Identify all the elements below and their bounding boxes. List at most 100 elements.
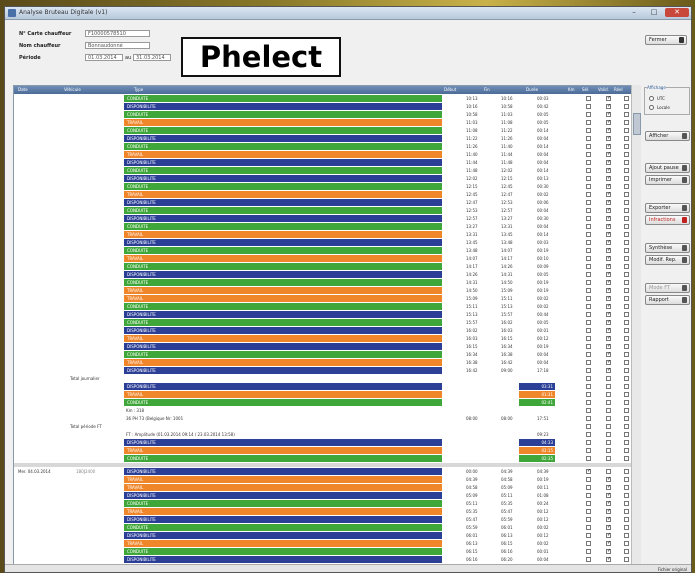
row-checkbox[interactable] [624,485,629,490]
table-row[interactable]: CONDUITE 12:53 12:57 00:04 [14,207,640,215]
row-checkbox[interactable] [624,344,629,349]
table-row[interactable]: DISPONIBILITE 15:13 15:57 00:44 [14,311,640,319]
table-row[interactable]: DISPONIBILITE 11:22 11:26 00:04 [14,135,640,143]
row-checkbox[interactable] [606,119,611,125]
table-row[interactable]: TRAVAIL 04:39 04:58 00:19 [14,476,640,484]
row-checkbox[interactable] [624,256,629,261]
row-checkbox[interactable] [586,224,591,229]
close-window-button[interactable]: ✕ [665,8,689,17]
activity-bar[interactable]: TRAVAIL [124,191,442,198]
table-row[interactable]: CONDUITE 06:15 06:16 00:01 [14,548,640,556]
row-checkbox[interactable] [624,144,629,149]
table-row[interactable]: CONDUITE 10:58 11:03 00:05 [14,111,640,119]
row-checkbox[interactable] [624,509,629,514]
row-checkbox[interactable] [624,176,629,181]
table-row[interactable]: DISPONIBILITE 11:44 11:48 00:04 [14,159,640,167]
activity-bar[interactable]: CONDUITE [124,95,442,102]
activity-bar[interactable]: DISPONIBILITE [124,271,442,278]
row-checkbox[interactable] [586,96,591,101]
table-row[interactable]: CONDUITE 15:11 15:13 00:02 [14,303,640,311]
activity-bar[interactable]: CONDUITE [124,399,442,406]
row-checkbox[interactable] [606,440,611,445]
row-checkbox[interactable] [624,216,629,221]
row-checkbox[interactable] [606,319,611,325]
activity-bar[interactable]: DISPONIBILITE [124,532,442,539]
row-checkbox[interactable] [606,408,611,413]
row-checkbox[interactable] [624,184,629,189]
row-checkbox[interactable] [606,111,611,117]
activity-bar[interactable]: DISPONIBILITE [124,516,442,523]
row-checkbox[interactable] [606,376,611,381]
row-checkbox[interactable] [586,541,591,546]
ajout-pause-button[interactable]: Ajout pause [645,163,690,173]
activity-bar[interactable]: CONDUITE [124,524,442,531]
row-checkbox[interactable] [586,344,591,349]
row-checkbox[interactable] [624,517,629,522]
row-checkbox[interactable] [606,351,611,357]
table-row[interactable]: TRAVAIL 01:31 [14,391,640,399]
row-checkbox[interactable] [606,448,611,453]
close-button[interactable]: Fermer [645,35,687,45]
row-checkbox[interactable] [624,168,629,173]
activity-bar[interactable]: CONDUITE [124,207,442,214]
table-row[interactable]: CONDUITE 02:35 [14,455,640,463]
table-row[interactable]: CONDUITE 16:34 16:38 00:04 [14,351,640,359]
row-checkbox[interactable] [624,280,629,285]
row-checkbox[interactable] [586,216,591,221]
row-checkbox[interactable] [624,549,629,554]
row-checkbox[interactable] [586,456,591,461]
table-row[interactable]: DISPONIBILITE 16:02 16:03 00:01 [14,327,640,335]
rapport-button[interactable]: Rapport [645,295,690,305]
table-row[interactable]: DISPONIBILITE 06:16 06:20 00:04 [14,556,640,564]
row-checkbox[interactable] [586,360,591,365]
activity-bar[interactable]: DISPONIBILITE [124,175,442,182]
table-row[interactable]: CONDUITE 10:13 10:16 00:03 [14,95,640,103]
activity-bar[interactable]: CONDUITE [124,548,442,555]
table-row[interactable]: DISPONIBILITE 04:33 [14,439,640,447]
row-checkbox[interactable] [586,200,591,205]
row-checkbox[interactable] [606,199,611,205]
activity-bar[interactable]: DISPONIBILITE [124,103,442,110]
row-checkbox[interactable] [606,548,611,554]
table-row[interactable]: CONDUITE 14:31 14:50 00:19 [14,279,640,287]
row-checkbox[interactable] [606,143,611,149]
activity-bar[interactable]: CONDUITE [124,183,442,190]
row-checkbox[interactable] [606,516,611,522]
table-row[interactable]: Km : 318 [14,407,640,415]
row-checkbox[interactable] [606,263,611,269]
table-row[interactable]: TRAVAIL 04:58 05:09 00:11 [14,484,640,492]
activity-bar[interactable]: TRAVAIL [124,391,442,398]
activity-bar[interactable]: TRAVAIL [124,447,442,454]
row-checkbox[interactable] [606,239,611,245]
row-checkbox[interactable] [606,456,611,461]
row-checkbox[interactable] [606,532,611,538]
row-checkbox[interactable] [624,232,629,237]
row-checkbox[interactable] [586,184,591,189]
table-row[interactable]: Total période FT [14,423,640,431]
activity-bar[interactable]: CONDUITE [124,111,442,118]
activity-bar[interactable]: TRAVAIL [124,476,442,483]
row-checkbox[interactable] [624,320,629,325]
activity-bar[interactable]: DISPONIBILITE [124,327,442,334]
row-checkbox[interactable] [606,424,611,429]
activity-bar[interactable]: CONDUITE [124,455,442,462]
row-checkbox[interactable] [606,524,611,530]
row-checkbox[interactable] [606,159,611,165]
activity-bar[interactable]: CONDUITE [124,263,442,270]
row-checkbox[interactable] [586,416,591,421]
row-checkbox[interactable] [586,160,591,165]
activity-bar[interactable]: TRAVAIL [124,335,442,342]
row-checkbox[interactable] [624,200,629,205]
activity-bar[interactable]: TRAVAIL [124,255,442,262]
table-row[interactable]: TRAVAIL 15:09 15:11 00:02 [14,295,640,303]
period-to-field[interactable]: 31.03.2014 [133,54,171,61]
row-checkbox[interactable] [606,492,611,498]
row-checkbox[interactable] [624,493,629,498]
row-checkbox[interactable] [624,152,629,157]
modif-rep--button[interactable]: Modif. Rep. [645,255,690,265]
activity-bar[interactable]: CONDUITE [124,279,442,286]
row-checkbox[interactable] [624,136,629,141]
row-checkbox[interactable] [606,191,611,197]
activity-bar[interactable]: DISPONIBILITE [124,468,442,475]
row-checkbox[interactable] [606,400,611,405]
